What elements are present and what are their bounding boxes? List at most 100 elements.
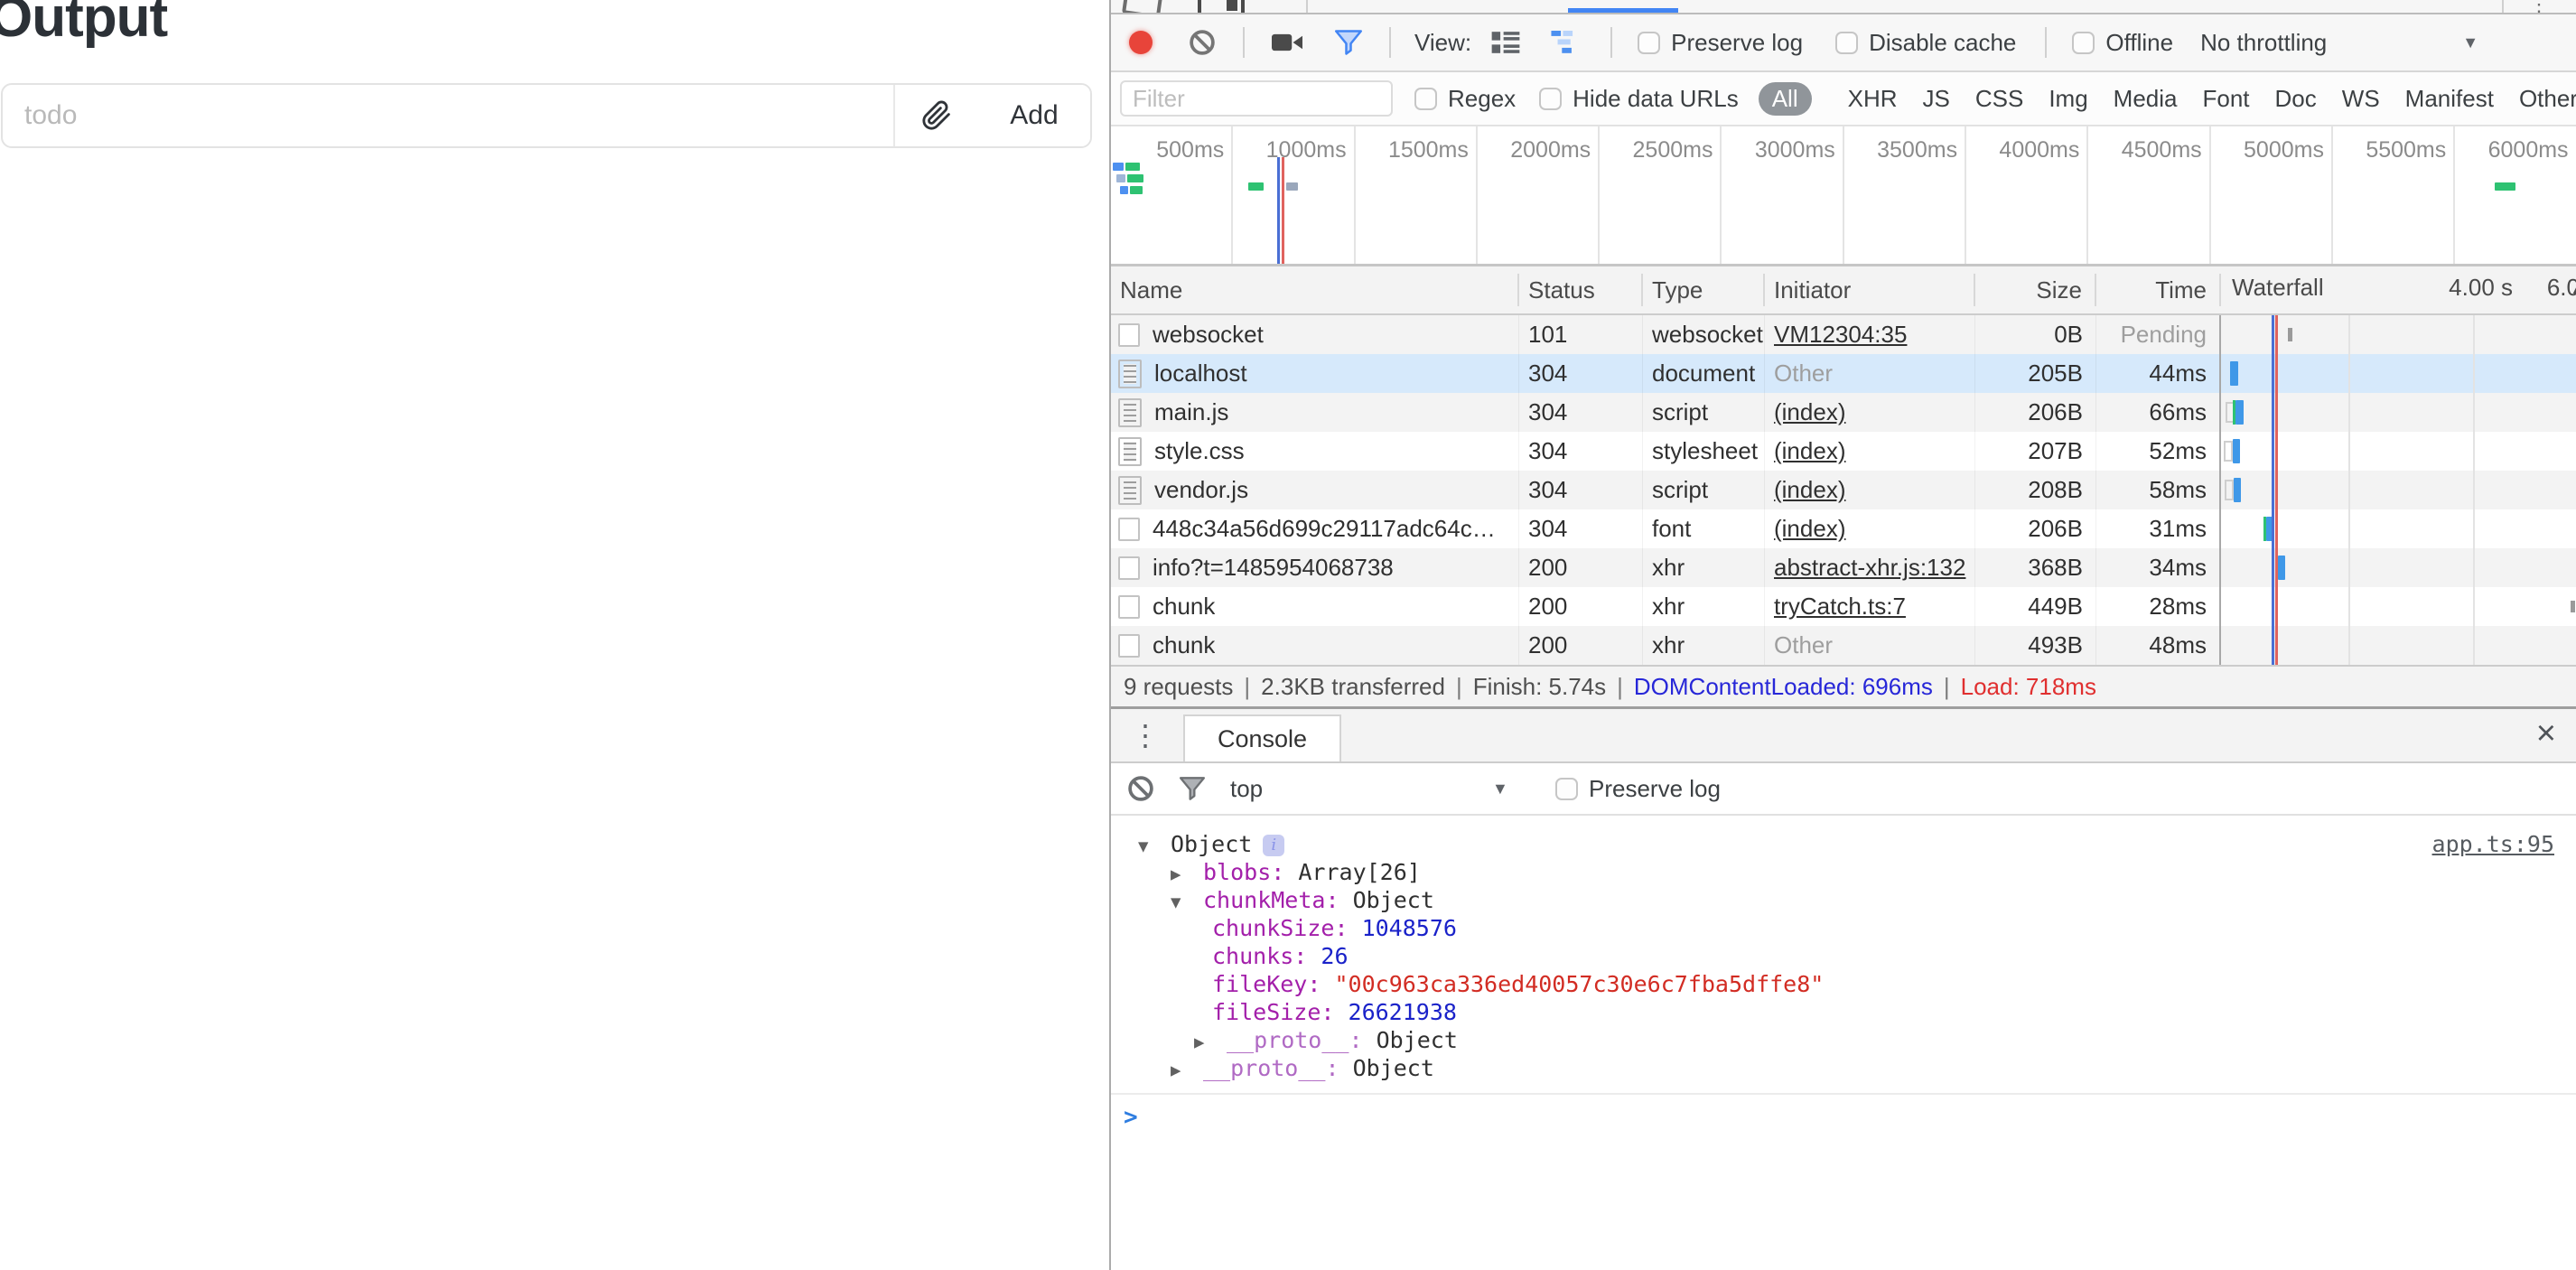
console-prop-blobs[interactable]: ▶blobs: Array[26] <box>1111 858 2576 886</box>
network-filter-toggle[interactable] <box>1335 30 1362 55</box>
request-size: 449B <box>1975 587 2096 626</box>
waterfall-view-icon <box>1551 31 1582 54</box>
record-button[interactable] <box>1129 31 1153 54</box>
add-button[interactable]: Add <box>978 85 1090 146</box>
offline-checkbox[interactable] <box>2072 32 2095 54</box>
initiator-link[interactable]: (index) <box>1774 398 1845 425</box>
overview-bar <box>1127 174 1143 182</box>
table-row-selected[interactable]: localhost 304 document Other 205B 44ms <box>1111 354 2576 393</box>
filter-type-all[interactable]: All <box>1759 82 1812 116</box>
filter-type-img[interactable]: Img <box>2049 85 2087 113</box>
page-title: Output <box>0 0 167 50</box>
tab-console[interactable]: Console <box>1183 714 1341 761</box>
console-filter-button[interactable] <box>1180 777 1205 800</box>
drawer-menu-icon[interactable]: ⋮ <box>1131 721 1160 750</box>
filter-type-xhr[interactable]: XHR <box>1848 85 1898 113</box>
filter-type-other[interactable]: Other <box>2519 85 2576 113</box>
summary-requests: 9 requests <box>1124 673 1233 701</box>
overview-bar <box>1116 174 1125 182</box>
close-icon[interactable]: × <box>2536 716 2556 751</box>
network-overview[interactable]: 500ms 1000ms 1500ms 2000ms 2500ms 3000ms… <box>1111 126 2576 266</box>
request-name: style.css <box>1154 432 1245 471</box>
clear-button[interactable] <box>1189 29 1216 56</box>
expand-arrow-icon[interactable]: ▶ <box>1171 1057 1203 1085</box>
network-filter-input[interactable] <box>1120 80 1393 117</box>
column-header-status[interactable]: Status <box>1519 274 1643 306</box>
filter-type-js[interactable]: JS <box>1923 85 1950 113</box>
waterfall-bar <box>2571 601 2575 612</box>
initiator-link[interactable]: (index) <box>1774 515 1845 542</box>
console-clear-button[interactable] <box>1127 775 1154 802</box>
column-header-type[interactable]: Type <box>1643 274 1765 306</box>
filmstrip-button[interactable] <box>1272 32 1302 53</box>
device-toolbar-icon[interactable] <box>1198 0 1245 14</box>
view-list-button[interactable] <box>1491 31 1520 54</box>
expand-arrow-icon[interactable]: ▶ <box>1194 1029 1227 1057</box>
view-waterfall-button[interactable] <box>1551 31 1582 54</box>
filter-type-css[interactable]: CSS <box>1975 85 2023 113</box>
request-type: websocket <box>1643 315 1765 354</box>
table-row[interactable]: chunk 200 xhr tryCatch.ts:7 449B 28ms <box>1111 587 2576 626</box>
console-prop-chunkmeta[interactable]: ▼chunkMeta: Object <box>1111 886 2576 914</box>
filter-type-doc[interactable]: Doc <box>2275 85 2317 113</box>
hide-data-urls-checkbox[interactable] <box>1539 88 1562 110</box>
column-header-time[interactable]: Time <box>2096 274 2221 306</box>
ruler-tick: 4000ms <box>1966 126 2088 264</box>
column-header-waterfall[interactable]: Waterfall 4.00 s 6.0 ▲ <box>2221 266 2576 313</box>
table-row[interactable]: style.css 304 stylesheet (index) 207B 52… <box>1111 432 2576 471</box>
camera-icon <box>1272 32 1302 53</box>
filter-type-media[interactable]: Media <box>2114 85 2178 113</box>
source-link[interactable]: app.ts:95 <box>2432 830 2554 858</box>
disable-cache-checkbox[interactable] <box>1835 32 1858 54</box>
execution-context-select[interactable]: top <box>1230 775 1263 803</box>
throttling-dropdown-arrow[interactable]: ▼ <box>2462 33 2478 52</box>
filter-type-ws[interactable]: WS <box>2342 85 2380 113</box>
todo-input[interactable] <box>3 85 893 146</box>
request-size: 207B <box>1975 432 2096 471</box>
context-dropdown-arrow[interactable]: ▼ <box>1492 780 1508 798</box>
overview-bar <box>1125 163 1140 171</box>
regex-checkbox[interactable] <box>1414 88 1437 110</box>
regex-label: Regex <box>1448 85 1516 113</box>
initiator-link[interactable]: tryCatch.ts:7 <box>1774 593 1906 620</box>
resource-doc-icon <box>1118 360 1142 388</box>
ruler-tick: 3000ms <box>1722 126 1843 264</box>
console-preserve-log-checkbox[interactable] <box>1555 778 1578 800</box>
table-row[interactable]: vendor.js 304 script (index) 208B 58ms <box>1111 471 2576 509</box>
devtools-menu-icon[interactable]: ⋮ <box>2529 0 2549 11</box>
console-proto-inner[interactable]: ▶__proto__: Object <box>1111 1026 2576 1054</box>
offline-label: Offline <box>2105 29 2173 57</box>
initiator-link[interactable]: (index) <box>1774 437 1845 464</box>
resource-doc-icon <box>1118 476 1142 505</box>
expand-arrow-icon[interactable]: ▶ <box>1171 861 1203 889</box>
divider <box>2045 27 2047 58</box>
table-row[interactable]: main.js 304 script (index) 206B 66ms <box>1111 393 2576 432</box>
initiator-link[interactable]: abstract-xhr.js:132 <box>1774 554 1965 581</box>
inspect-icon[interactable] <box>1122 0 1163 14</box>
filter-type-font[interactable]: Font <box>2203 85 2250 113</box>
view-label: View: <box>1414 29 1471 57</box>
column-header-name[interactable]: Name <box>1111 274 1519 306</box>
ruler-tick: 500ms <box>1111 126 1233 264</box>
table-row[interactable]: chunk 200 xhr Other 493B 48ms <box>1111 626 2576 665</box>
expand-arrow-icon[interactable]: ▼ <box>1171 889 1203 917</box>
filter-type-manifest[interactable]: Manifest <box>2405 85 2494 113</box>
console-preserve-log-label: Preserve log <box>1589 775 1721 803</box>
expand-arrow-icon[interactable]: ▼ <box>1138 833 1171 861</box>
attach-button[interactable] <box>893 85 978 146</box>
request-name: 448c34a56d699c29117adc64c43aff… <box>1153 509 1506 548</box>
console-prompt[interactable]: > <box>1111 1093 2576 1131</box>
column-header-initiator[interactable]: Initiator <box>1765 274 1975 306</box>
table-row[interactable]: info?t=1485954068738 200 xhr abstract-xh… <box>1111 548 2576 587</box>
initiator-link[interactable]: VM12304:35 <box>1774 321 1907 348</box>
request-name: localhost <box>1154 354 1247 393</box>
console-object-root[interactable]: ▼Objecti app.ts:95 <box>1111 830 2576 858</box>
table-row[interactable]: 448c34a56d699c29117adc64c43aff… 304 font… <box>1111 509 2576 548</box>
console-proto-outer[interactable]: ▶__proto__: Object <box>1111 1054 2576 1082</box>
throttling-select[interactable]: No throttling <box>2200 29 2327 57</box>
table-row[interactable]: websocket 101 websocket VM12304:35 0B Pe… <box>1111 315 2576 354</box>
preserve-log-checkbox[interactable] <box>1638 32 1660 54</box>
initiator-link[interactable]: (index) <box>1774 476 1845 503</box>
prop-key: fileKey: <box>1212 971 1321 997</box>
column-header-size[interactable]: Size <box>1975 274 2096 306</box>
